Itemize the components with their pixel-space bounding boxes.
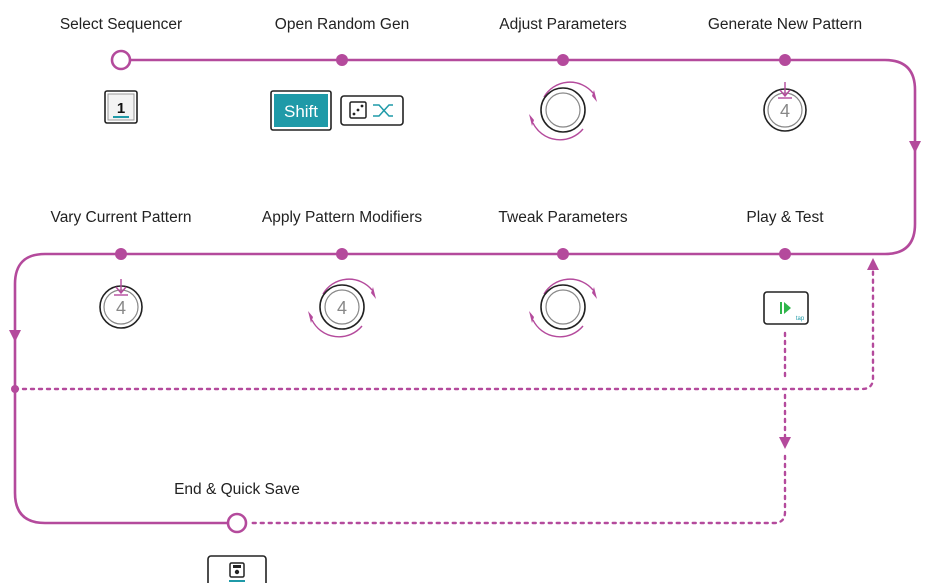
- parameter-knob: [529, 81, 597, 141]
- shift-key-label: Shift: [284, 102, 318, 121]
- end-node: [226, 512, 248, 534]
- step-dot-play-test: [779, 248, 791, 260]
- step-dot-adjust-parameters: [557, 54, 569, 66]
- flow-arrow-left-side: [9, 330, 21, 342]
- step-dot-tweak-parameters: [557, 248, 569, 260]
- start-node: [110, 49, 132, 71]
- save-key-underline: [229, 580, 245, 582]
- step-dot-generate-new-pattern: [779, 54, 791, 66]
- shift-key: Shift: [270, 90, 332, 131]
- step-label-play-test: Play & Test: [746, 209, 824, 226]
- play-tap-key: tap: [763, 291, 809, 325]
- sequencer-key-underline: [113, 116, 129, 118]
- step-dot-apply-pattern-modifiers: [336, 248, 348, 260]
- loop-back-arrow: [867, 258, 879, 270]
- branch-dot: [11, 385, 19, 393]
- workflow-diagram: Select Sequencer Open Random Gen Adjust …: [9, 16, 921, 583]
- step-label-adjust-parameters: Adjust Parameters: [499, 16, 627, 33]
- step-label-vary-current-pattern: Vary Current Pattern: [51, 209, 192, 226]
- step-label-select-sequencer: Select Sequencer: [60, 16, 182, 33]
- step-label-tweak-parameters: Tweak Parameters: [498, 209, 627, 226]
- encoder-4-press: 4: [763, 82, 807, 132]
- step-label-apply-pattern-modifiers: Apply Pattern Modifiers: [262, 209, 422, 226]
- step-label-generate-new-pattern: Generate New Pattern: [708, 16, 862, 33]
- step-label-open-random-gen: Open Random Gen: [275, 16, 409, 33]
- tap-label: tap: [796, 316, 805, 322]
- step-dot-vary-current-pattern: [115, 248, 127, 260]
- step-dot-open-random-gen: [336, 54, 348, 66]
- to-end-arrow: [779, 437, 791, 449]
- tweak-knob: [529, 278, 597, 338]
- encoder-number-vary: 4: [116, 298, 126, 318]
- encoder-number-modifiers: 4: [337, 298, 347, 318]
- loop-back-dashed-path-2: [13, 268, 875, 391]
- sequencer-key-number: 1: [117, 100, 125, 117]
- flow-arrow-right-side: [909, 141, 921, 153]
- encoder-number: 4: [780, 101, 790, 121]
- encoder-4-press-vary: 4: [99, 279, 143, 329]
- encoder-4-rotate: 4: [308, 278, 376, 338]
- step-label-end-quick-save: End & Quick Save: [174, 481, 300, 498]
- end-dashed-path-2: [246, 454, 787, 525]
- sequencer-key-1: 1: [104, 90, 138, 124]
- play-icon-bar: [780, 302, 782, 314]
- random-dice-key: [340, 95, 404, 126]
- quick-save-key: [207, 555, 267, 583]
